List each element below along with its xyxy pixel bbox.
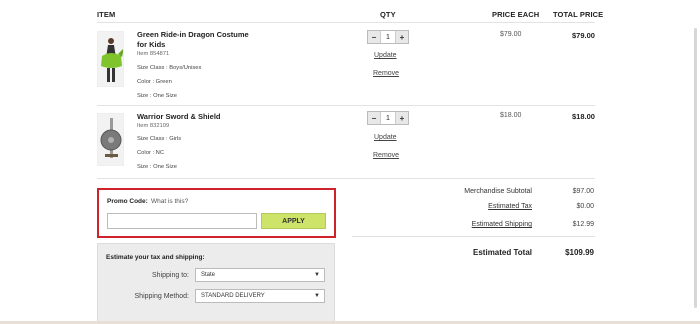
row-divider	[97, 105, 595, 106]
promo-code-label: Promo Code:	[107, 198, 148, 205]
promo-what-is-this-link[interactable]: What is this?	[151, 198, 188, 205]
quantity-input[interactable]: 1	[380, 31, 396, 43]
quantity-stepper: − 1 +	[367, 30, 409, 44]
promo-code-input[interactable]	[107, 213, 257, 229]
increase-quantity-button[interactable]: +	[396, 31, 408, 43]
item-size-class: Size Class : Girls	[137, 136, 182, 142]
remove-link[interactable]: Remove	[373, 70, 399, 77]
item-name-line[interactable]: Green Ride-in Dragon Costume	[137, 30, 249, 40]
item-size: Size : One Size	[137, 93, 177, 99]
sword-shield-image	[98, 114, 123, 165]
chevron-down-icon: ▼	[314, 293, 320, 299]
item-total-price: $18.00	[572, 112, 595, 121]
quantity-stepper: − 1 +	[367, 111, 409, 125]
item-total-price: $79.00	[572, 31, 595, 40]
item-size: Size : One Size	[137, 164, 177, 170]
item-color: Color : Green	[137, 79, 172, 85]
estimate-title: Estimate your tax and shipping:	[106, 254, 205, 261]
scrollbar[interactable]	[694, 28, 697, 308]
item-name[interactable]: Warrior Sword & Shield	[137, 112, 220, 122]
estimated-shipping-link[interactable]: Estimated Shipping	[412, 221, 532, 228]
column-header-price-each: PRICE EACH	[492, 10, 540, 19]
header-divider	[97, 22, 595, 23]
shipping-to-value: State	[201, 272, 216, 278]
decrease-quantity-button[interactable]: −	[368, 112, 380, 124]
merchandise-subtotal-label: Merchandise Subtotal	[464, 188, 532, 195]
column-header-qty: QTY	[380, 10, 396, 19]
item-number: Item 832109	[137, 123, 170, 129]
item-name[interactable]: Green Ride-in Dragon Costume for Kids	[137, 30, 249, 49]
dragon-costume-image	[98, 32, 123, 86]
product-image-sword-shield[interactable]	[97, 113, 124, 166]
column-header-item: ITEM	[97, 10, 116, 19]
quantity-input[interactable]: 1	[380, 112, 396, 124]
chevron-down-icon: ▼	[314, 272, 320, 278]
item-size-class: Size Class : Boys/Unisex	[137, 65, 202, 71]
shipping-method-value: STANDARD DELIVERY	[201, 293, 265, 299]
estimated-tax-value: $0.00	[576, 203, 594, 210]
item-number: Item 854871	[137, 51, 170, 57]
column-header-total-price: TOTAL PRICE	[553, 10, 604, 19]
item-color: Color : NC	[137, 150, 165, 156]
row-divider	[97, 178, 595, 179]
shipping-to-select[interactable]: State ▼	[195, 268, 325, 282]
item-name-line[interactable]: for Kids	[137, 40, 249, 50]
shipping-method-label: Shipping Method:	[134, 293, 189, 300]
estimate-tax-shipping-panel: Estimate your tax and shipping: Shipping…	[97, 243, 335, 324]
item-price-each: $79.00	[500, 31, 522, 38]
shipping-to-label: Shipping to:	[152, 272, 189, 279]
merchandise-subtotal-value: $97.00	[572, 188, 594, 195]
update-link[interactable]: Update	[374, 134, 397, 141]
apply-button[interactable]: APPLY	[261, 213, 326, 229]
increase-quantity-button[interactable]: +	[396, 112, 408, 124]
decrease-quantity-button[interactable]: −	[368, 31, 380, 43]
shipping-method-select[interactable]: STANDARD DELIVERY ▼	[195, 289, 325, 303]
promo-code-panel: Promo Code: What is this? APPLY	[97, 188, 336, 238]
update-link[interactable]: Update	[374, 52, 397, 59]
estimated-total-label: Estimated Total	[473, 248, 532, 257]
estimated-shipping-value: $12.99	[572, 221, 594, 228]
remove-link[interactable]: Remove	[373, 152, 399, 159]
summary-divider	[352, 236, 595, 237]
product-image-dragon-costume[interactable]	[97, 31, 124, 87]
estimated-total-value: $109.99	[565, 248, 594, 257]
item-price-each: $18.00	[500, 112, 522, 119]
estimated-tax-link[interactable]: Estimated Tax	[412, 203, 532, 210]
